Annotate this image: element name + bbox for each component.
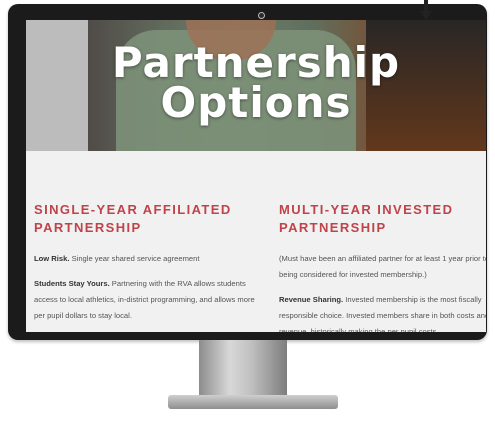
webcam-icon	[258, 12, 265, 19]
students-stay-paragraph: Students Stay Yours. Partnering with the…	[34, 279, 255, 320]
low-risk-paragraph: Low Risk. Single year shared service agr…	[34, 254, 200, 263]
arrow-down-icon	[420, 0, 432, 20]
monitor-frame: Partnership Options SINGLE-YEAR AFFILIAT…	[8, 4, 487, 340]
content-area: SINGLE-YEAR AFFILIATED PARTNERSHIP Low R…	[26, 151, 486, 332]
monitor-screen: Partnership Options SINGLE-YEAR AFFILIAT…	[26, 20, 486, 332]
hero-title-line2: Options	[160, 78, 352, 127]
prerequisite-paragraph: (Must have been an affiliated partner fo…	[279, 254, 486, 279]
monitor-stand-base	[168, 395, 338, 409]
monitor-stand-neck	[199, 340, 287, 396]
single-year-column: SINGLE-YEAR AFFILIATED PARTNERSHIP Low R…	[34, 201, 256, 332]
single-year-heading: SINGLE-YEAR AFFILIATED PARTNERSHIP	[34, 202, 232, 235]
multi-year-heading: MULTI-YEAR INVESTED PARTNERSHIP	[279, 202, 454, 235]
hero-banner: Partnership Options	[26, 20, 486, 151]
multi-year-column: MULTI-YEAR INVESTED PARTNERSHIP (Must ha…	[279, 201, 486, 332]
revenue-sharing-paragraph: Revenue Sharing. Invested membership is …	[279, 295, 486, 332]
